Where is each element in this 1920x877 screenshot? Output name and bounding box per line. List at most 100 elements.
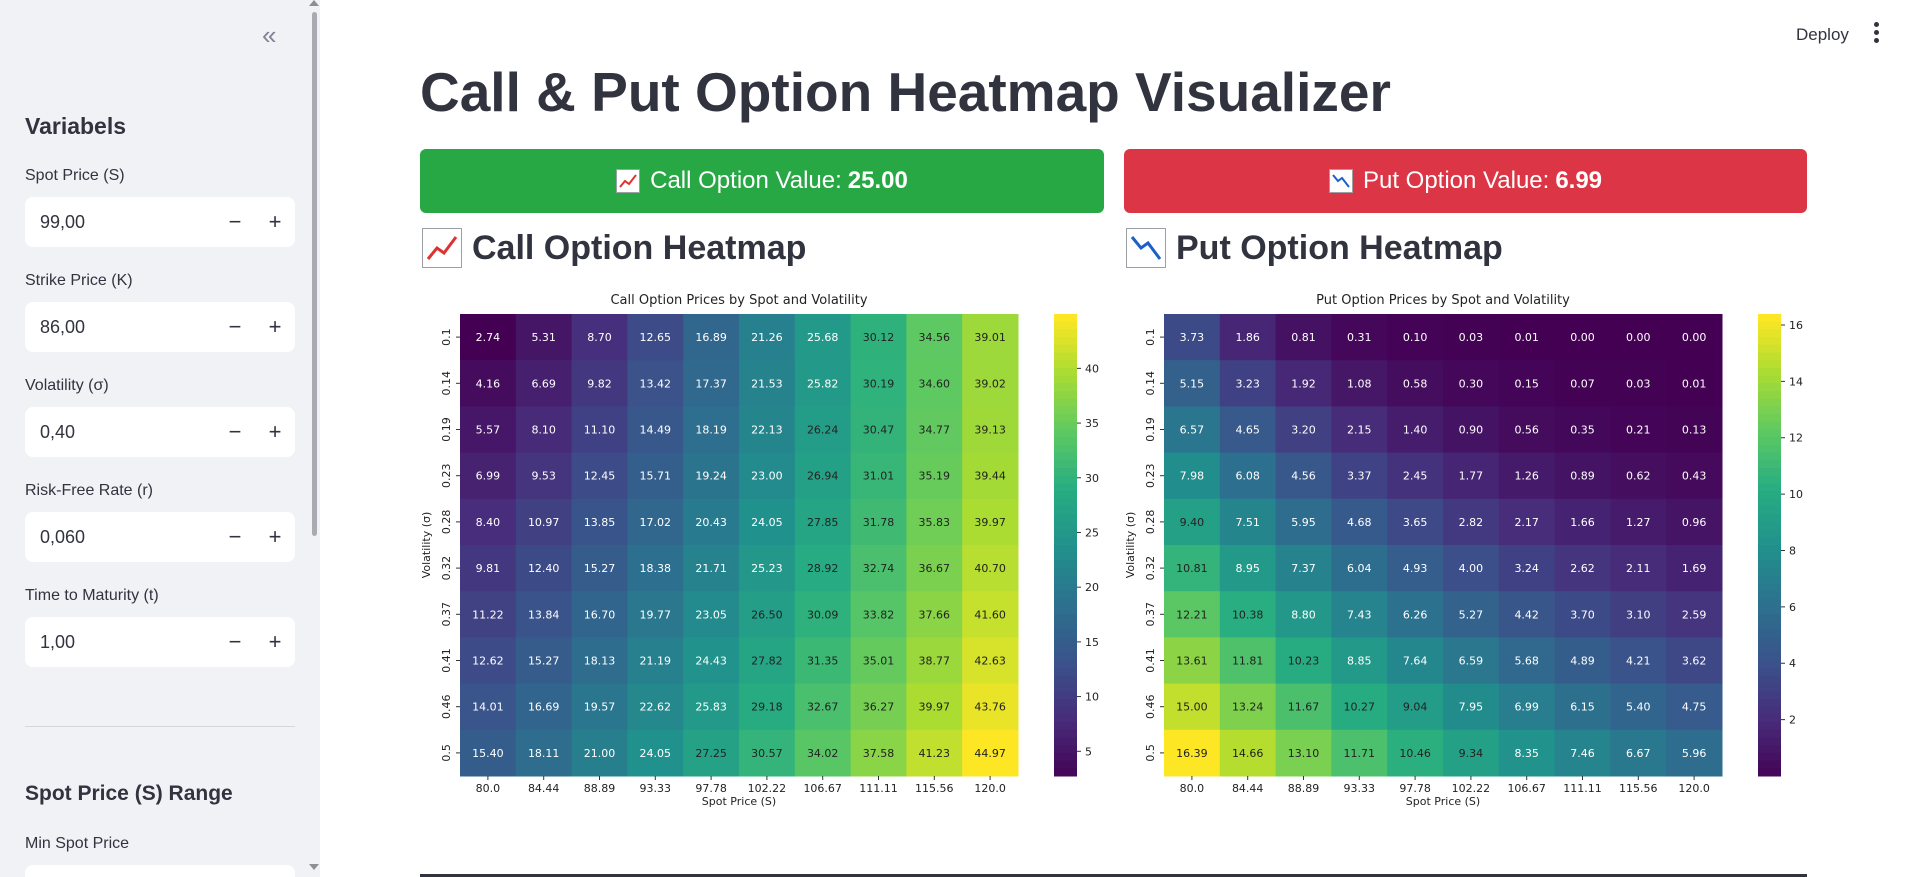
y-tick-label: 0.28 [1144,510,1157,535]
colorbar-segment [1054,537,1077,546]
colorbar-segment [1054,706,1077,715]
time-to-maturity-decrement-button[interactable]: − [215,629,255,655]
heatmap-cell-label: 0.01 [1682,377,1707,390]
scroll-up-arrow-icon[interactable] [309,0,319,6]
colorbar-segment [1758,645,1781,654]
heatmap-cell-label: 25.68 [807,331,839,344]
strike-price-increment-button[interactable]: + [255,314,295,340]
heatmap-cell-label: 5.15 [1180,377,1205,390]
colorbar-segment [1758,352,1781,361]
colorbar-segment [1758,745,1781,754]
heatmap-cell-label: 38.77 [919,655,951,668]
heatmap-cell-label: 31.78 [863,516,895,529]
min-spot-price-input[interactable] [25,865,295,877]
colorbar-segment [1758,344,1781,353]
colorbar-segment [1054,491,1077,500]
colorbar-segment [1054,529,1077,538]
y-tick-label: 0.23 [440,463,453,488]
heatmap-cell-label: 15.27 [584,562,616,575]
colorbar-segment [1758,537,1781,546]
volatility-increment-button[interactable]: + [255,419,295,445]
colorbar-segment [1054,545,1077,554]
time-to-maturity-value[interactable]: 1,00 [25,632,215,653]
colorbar-segment [1758,575,1781,584]
colorbar-segment [1758,383,1781,392]
colorbar-segment [1054,583,1077,592]
deploy-button[interactable]: Deploy [1796,25,1849,45]
heatmap-cell-label: 6.15 [1570,701,1595,714]
colorbar-segment [1054,752,1077,762]
heatmap-cell-label: 0.35 [1570,424,1595,437]
heatmap-cell-label: 29.18 [751,701,783,714]
spot-price-value[interactable]: 99,00 [25,212,215,233]
colorbar-segment [1758,321,1781,330]
heatmap-cell-label: 10.97 [528,516,560,529]
heatmap-cell-label: 3.62 [1682,655,1707,668]
colorbar-segment [1054,575,1077,584]
risk-free-rate-value[interactable]: 0,060 [25,527,215,548]
main-menu-icon[interactable] [1872,22,1880,44]
heatmap-cell-label: 0.00 [1570,331,1595,344]
strike-price-value[interactable]: 86,00 [25,317,215,338]
x-tick-label: 106.67 [1507,782,1546,795]
volatility-value[interactable]: 0,40 [25,422,215,443]
heatmap-cell-label: 25.82 [807,377,839,390]
put-heatmap-heading: Put Option Heatmap [1126,228,1503,268]
heatmap-cell-label: 30.09 [807,608,839,621]
colorbar-segment [1054,729,1077,738]
page-title: Call & Put Option Heatmap Visualizer [420,61,1391,123]
risk-free-rate-decrement-button[interactable]: − [215,524,255,550]
sidebar-scrollbar-thumb[interactable] [312,12,317,536]
heatmap-cell-label: 8.10 [531,424,556,437]
heatmap-cell-label: 1.26 [1514,470,1539,483]
spot-price-decrement-button[interactable]: − [215,209,255,235]
strike-price-decrement-button[interactable]: − [215,314,255,340]
x-tick-label: 84.44 [1232,782,1264,795]
colorbar-segment [1758,375,1781,384]
heatmap-cell-label: 9.81 [476,562,501,575]
heatmap-cell-label: 6.67 [1626,747,1651,760]
heatmap-cell-label: 14.49 [640,424,672,437]
colorbar-segment [1758,637,1781,646]
x-tick-label: 88.89 [584,782,616,795]
heatmap-cell-label: 11.22 [472,608,504,621]
heatmap-cell-label: 16.89 [695,331,727,344]
heatmap-cell-label: 19.57 [584,701,616,714]
colorbar-segment [1758,360,1781,369]
volatility-decrement-button[interactable]: − [215,419,255,445]
heatmap-cell-label: 12.45 [584,470,616,483]
heatmap-cell-label: 41.60 [974,608,1006,621]
scroll-down-arrow-icon[interactable] [309,864,319,870]
time-to-maturity-increment-button[interactable]: + [255,629,295,655]
colorbar-segment [1758,475,1781,484]
risk-free-rate-increment-button[interactable]: + [255,524,295,550]
heatmap-cell-label: 5.57 [476,424,501,437]
heatmap-cell-label: 5.40 [1626,701,1651,714]
heatmap-cell-label: 5.31 [531,331,556,344]
heatmap-cell-label: 14.66 [1232,747,1264,760]
heatmap-cell-label: 10.23 [1288,655,1320,668]
heatmap-cell-label: 24.05 [640,747,672,760]
heatmap-cell-label: 19.24 [695,470,727,483]
heatmap-cell-label: 10.81 [1176,562,1208,575]
heatmap-cell-label: 30.57 [751,747,783,760]
colorbar-segment [1758,444,1781,454]
collapse-sidebar-icon[interactable]: « [262,22,276,48]
colorbar-segment [1054,652,1077,661]
spot-price-increment-button[interactable]: + [255,209,295,235]
colorbar-segment [1054,760,1077,769]
y-tick-label: 0.46 [440,694,453,719]
colorbar-segment [1758,367,1781,377]
put-value-label: Put Option Value: [1362,167,1550,194]
heatmap-cell-label: 39.01 [974,331,1006,344]
heatmap-cell-label: 9.53 [531,470,556,483]
x-tick-label: 88.89 [1288,782,1320,795]
x-tick-label: 106.67 [803,782,842,795]
heatmap-cell-label: 7.46 [1570,747,1595,760]
colorbar-segment [1054,429,1077,438]
colorbar-segment [1054,514,1077,523]
heatmap-cell-label: 0.00 [1682,331,1707,344]
x-tick-label: 102.22 [1452,782,1491,795]
x-tick-label: 102.22 [748,782,787,795]
heatmap-cell-label: 28.92 [807,562,839,575]
